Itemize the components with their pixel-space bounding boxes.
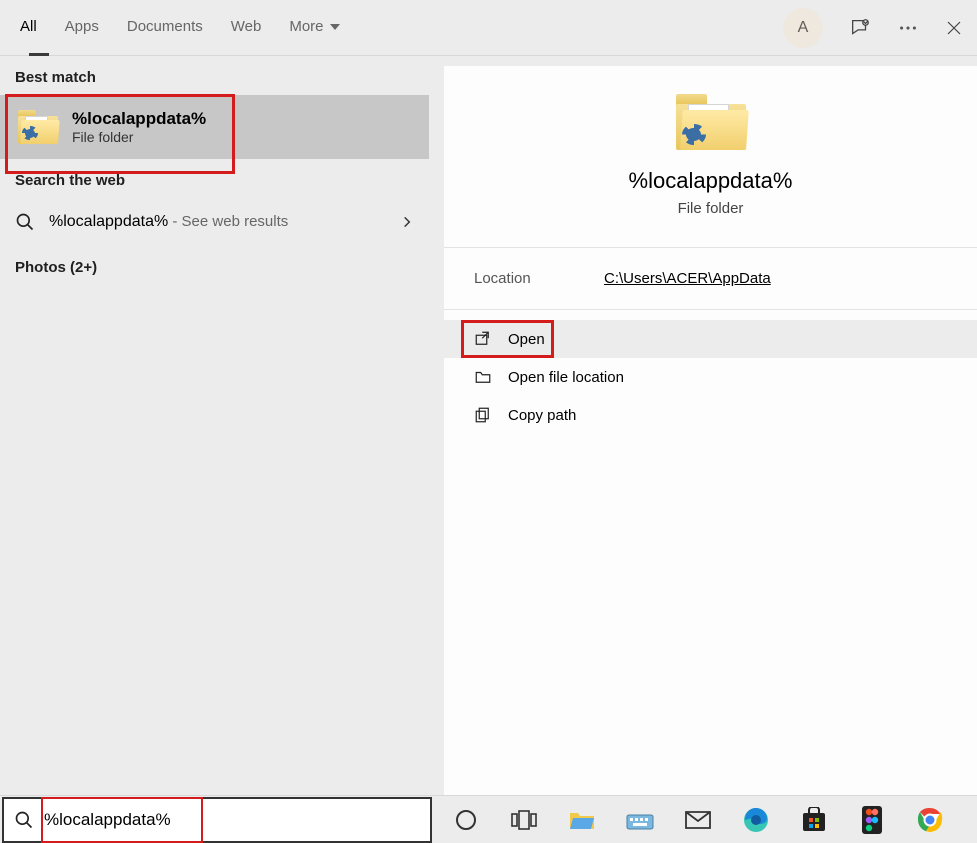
section-photos[interactable]: Photos (2+): [0, 246, 429, 285]
open-icon: [474, 330, 492, 348]
action-open[interactable]: Open: [444, 320, 977, 358]
section-search-web: Search the web: [0, 159, 429, 198]
copy-icon: [474, 406, 492, 424]
more-options-icon[interactable]: [897, 17, 919, 39]
folder-open-icon: [474, 368, 492, 386]
mail-icon[interactable]: [684, 806, 712, 834]
taskbar-search[interactable]: [2, 797, 432, 843]
preview-pane: %localappdata% File folder Location C:\U…: [444, 66, 977, 795]
action-copy-path[interactable]: Copy path: [444, 396, 977, 434]
preview-subtitle: File folder: [444, 200, 977, 217]
action-open-label: Open: [508, 331, 545, 348]
results-list: Best match %localappdata% File folder Se…: [0, 56, 430, 795]
location-row: Location C:\Users\ACER\AppData: [444, 248, 977, 310]
best-match-subtitle: File folder: [72, 129, 206, 145]
edge-icon[interactable]: [742, 806, 770, 834]
action-copy-path-label: Copy path: [508, 407, 576, 424]
action-open-file-location[interactable]: Open file location: [444, 358, 977, 396]
preview-title: %localappdata%: [444, 168, 977, 194]
web-search-result[interactable]: %localappdata% - See web results: [0, 198, 429, 246]
feedback-icon[interactable]: [849, 17, 871, 39]
tab-documents[interactable]: Documents: [127, 18, 203, 37]
folder-settings-icon: [676, 94, 746, 150]
search-input[interactable]: [44, 810, 420, 830]
keyboard-icon[interactable]: [626, 806, 654, 834]
close-icon[interactable]: [945, 19, 963, 37]
action-open-location-label: Open file location: [508, 369, 624, 386]
task-view-icon[interactable]: [510, 806, 538, 834]
best-match-title: %localappdata%: [72, 109, 206, 129]
chrome-icon[interactable]: [916, 806, 944, 834]
microsoft-store-icon[interactable]: [800, 806, 828, 834]
best-match-result[interactable]: %localappdata% File folder: [0, 95, 429, 159]
tab-web[interactable]: Web: [231, 18, 262, 37]
file-explorer-icon[interactable]: [568, 806, 596, 834]
location-path[interactable]: C:\Users\ACER\AppData: [604, 270, 771, 287]
filter-tabs: All Apps Documents Web More: [20, 18, 340, 37]
search-filter-bar: All Apps Documents Web More A: [0, 0, 977, 56]
folder-settings-icon: [18, 110, 58, 144]
section-best-match: Best match: [0, 56, 429, 95]
user-avatar[interactable]: A: [783, 8, 823, 48]
figma-icon[interactable]: [858, 806, 886, 834]
cortana-icon[interactable]: [452, 806, 480, 834]
search-icon: [14, 810, 34, 830]
chevron-right-icon: [400, 215, 414, 229]
web-suffix-text: - See web results: [168, 213, 288, 230]
taskbar: [0, 795, 977, 843]
location-label: Location: [474, 270, 604, 287]
web-query-text: %localappdata%: [49, 213, 168, 230]
tab-all[interactable]: All: [20, 18, 37, 37]
tab-apps[interactable]: Apps: [65, 18, 99, 37]
tab-more[interactable]: More: [289, 18, 339, 37]
search-icon: [15, 212, 35, 232]
